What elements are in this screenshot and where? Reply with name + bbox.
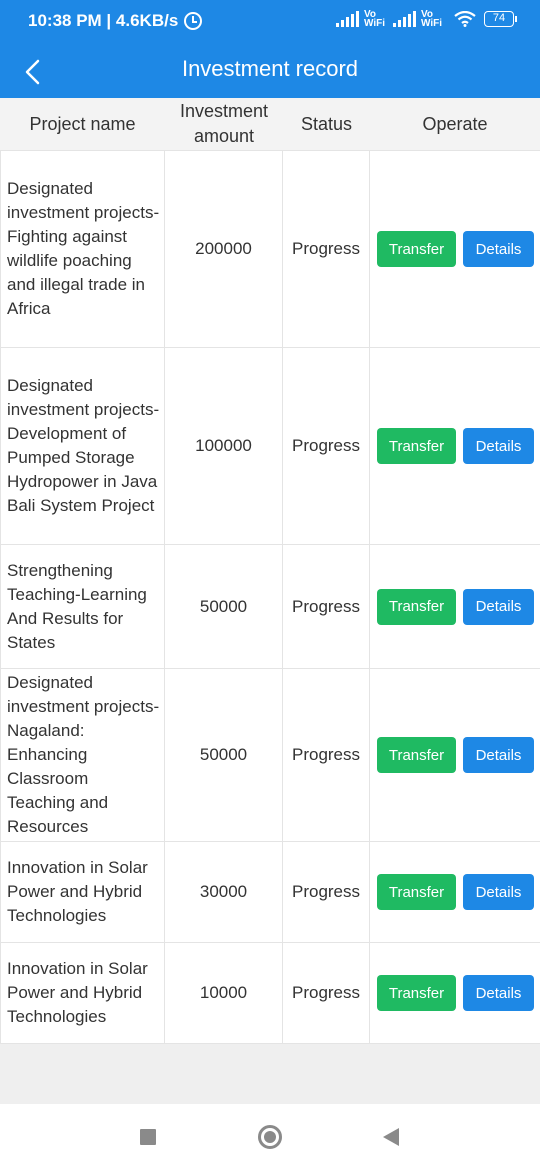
table-row: Innovation in Solar Power and Hybrid Tec… <box>0 943 540 1044</box>
signal-icon <box>335 11 359 27</box>
time-and-speed: 10:38 PM | 4.6KB/s <box>28 11 179 30</box>
battery-icon: 74 <box>484 11 517 27</box>
system-nav-bar <box>0 1104 540 1170</box>
status-text: Progress <box>283 842 370 942</box>
operate-cell: Transfer Details <box>370 151 540 347</box>
alarm-icon <box>184 12 203 30</box>
investment-amount: 50000 <box>165 669 283 841</box>
project-name: Designated investment projects-Nagaland:… <box>0 669 165 841</box>
details-button[interactable]: Details <box>463 588 534 625</box>
operate-cell: Transfer Details <box>370 842 540 942</box>
header-status: Status <box>300 113 353 134</box>
investment-amount: 30000 <box>165 842 283 942</box>
wifi-icon <box>454 11 476 27</box>
details-button[interactable]: Details <box>463 231 534 267</box>
status-bar: 10:38 PM | 4.6KB/s Vo WiFi Vo WiFi 74 <box>0 0 540 46</box>
investment-amount: 50000 <box>165 545 283 668</box>
vowifi-label-1: Vo WiFi <box>363 9 385 29</box>
project-name: Strengthening Teaching-Learning And Resu… <box>0 545 165 668</box>
transfer-button[interactable]: Transfer <box>377 737 456 773</box>
status-text: Progress <box>283 151 370 347</box>
header-project-name: Project name <box>29 113 136 134</box>
details-button[interactable]: Details <box>463 428 534 464</box>
transfer-button[interactable]: Transfer <box>377 874 456 910</box>
operate-cell: Transfer Details <box>370 669 540 841</box>
header-investment-amount: Investment amount <box>179 101 269 146</box>
table-row: Innovation in Solar Power and Hybrid Tec… <box>0 842 540 943</box>
project-name: Innovation in Solar Power and Hybrid Tec… <box>0 943 165 1043</box>
status-right: Vo WiFi Vo WiFi 74 <box>335 9 517 29</box>
vowifi-label-2: Vo WiFi <box>420 9 442 29</box>
transfer-button[interactable]: Transfer <box>377 975 456 1011</box>
details-button[interactable]: Details <box>463 737 534 773</box>
investment-table: Project name Investment amount Status Op… <box>0 98 540 1044</box>
project-name: Designated investment projects-Developme… <box>0 348 165 544</box>
investment-amount: 200000 <box>165 151 283 347</box>
signal-icon-2 <box>392 11 416 27</box>
table-row: Designated investment projects-Nagaland:… <box>0 669 540 842</box>
header-operate: Operate <box>422 113 488 134</box>
back-triangle-icon[interactable] <box>383 1128 399 1146</box>
table-row: Strengthening Teaching-Learning And Resu… <box>0 545 540 669</box>
status-text: Progress <box>283 943 370 1043</box>
project-name: Designated investment projects-Fighting … <box>0 151 165 347</box>
transfer-button[interactable]: Transfer <box>377 588 456 625</box>
status-text: Progress <box>283 545 370 668</box>
home-icon[interactable] <box>258 1125 282 1149</box>
project-name: Innovation in Solar Power and Hybrid Tec… <box>0 842 165 942</box>
table-row: Designated investment projects-Developme… <box>0 348 540 545</box>
investment-amount: 10000 <box>165 943 283 1043</box>
details-button[interactable]: Details <box>463 874 534 910</box>
table-row: Designated investment projects-Fighting … <box>0 151 540 348</box>
transfer-button[interactable]: Transfer <box>377 231 456 267</box>
status-text: Progress <box>283 348 370 544</box>
status-left: 10:38 PM | 4.6KB/s <box>28 11 203 31</box>
table-header: Project name Investment amount Status Op… <box>0 98 540 151</box>
recent-apps-icon[interactable] <box>140 1129 156 1145</box>
page-title: Investment record <box>181 56 359 81</box>
details-button[interactable]: Details <box>463 975 534 1011</box>
status-text: Progress <box>283 669 370 841</box>
operate-cell: Transfer Details <box>370 348 540 544</box>
operate-cell: Transfer Details <box>370 943 540 1043</box>
app-bar: Investment record <box>0 46 540 98</box>
operate-cell: Transfer Details <box>370 545 540 668</box>
investment-amount: 100000 <box>165 348 283 544</box>
transfer-button[interactable]: Transfer <box>377 428 456 464</box>
